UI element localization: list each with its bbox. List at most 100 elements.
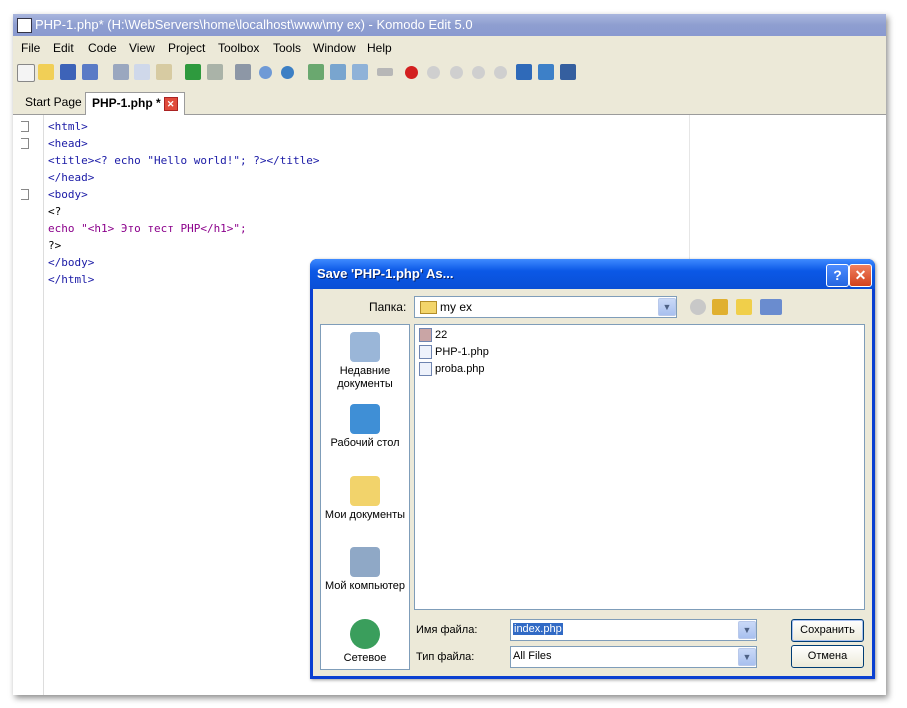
step-icon[interactable] <box>352 64 368 80</box>
save-button[interactable]: Сохранить <box>791 619 864 642</box>
expression-icon[interactable] <box>377 68 393 76</box>
file-name: 22 <box>435 329 448 341</box>
dialog-title: Save 'PHP-1.php' As... <box>317 266 454 281</box>
place-label: Рабочий стол <box>330 437 400 449</box>
filename-label: Имя файла: <box>416 624 478 636</box>
chevron-down-icon[interactable]: ▼ <box>738 621 756 639</box>
sync-icon[interactable] <box>538 64 554 80</box>
fold-gutter <box>13 115 44 695</box>
code-line: <body> <box>48 188 88 201</box>
save-icon[interactable] <box>60 64 76 80</box>
toolbar <box>13 60 886 86</box>
menu-project[interactable]: Project <box>168 41 205 55</box>
tab-php-1[interactable]: PHP-1.php * ✕ <box>85 92 185 115</box>
stop-icon[interactable] <box>450 66 463 79</box>
look-in-label: Папка: <box>369 300 407 314</box>
fold-marker-icon[interactable] <box>21 189 29 200</box>
copy-icon[interactable] <box>134 64 150 80</box>
cut-icon[interactable] <box>113 64 129 80</box>
code-text: <html> <head> <title><? echo "Hello worl… <box>48 118 320 288</box>
my-computer-icon <box>350 547 380 577</box>
dialog-title-bar: Save 'PHP-1.php' As... ? ✕ <box>310 259 875 289</box>
place-label: Сетевое <box>343 652 387 664</box>
up-folder-icon[interactable] <box>712 299 728 315</box>
menu-window[interactable]: Window <box>313 41 356 55</box>
pause-icon[interactable] <box>427 66 440 79</box>
print-icon[interactable] <box>235 64 251 80</box>
look-in-value: my ex <box>440 300 473 314</box>
places-bar: Недавние документы Рабочий стол Мои доку… <box>320 324 410 670</box>
filename-value: index.php <box>513 623 563 635</box>
chevron-down-icon[interactable]: ▼ <box>738 648 756 666</box>
place-label: Мои документы <box>324 509 406 521</box>
menu-view[interactable]: View <box>129 41 155 55</box>
place-recent[interactable]: Недавние документы <box>321 332 409 391</box>
tab-bar: Start Page PHP-1.php * ✕ <box>13 88 886 115</box>
undo-icon[interactable] <box>185 64 201 80</box>
close-tab-icon[interactable]: ✕ <box>163 97 178 111</box>
paste-icon[interactable] <box>156 64 172 80</box>
filetype-label: Тип файла: <box>416 651 475 663</box>
step-in-icon[interactable] <box>472 66 485 79</box>
code-line: <title><? echo "Hello world!"; ?></title… <box>48 154 320 167</box>
tab-php-1-label: PHP-1.php * <box>92 96 161 110</box>
open-folder-icon[interactable] <box>38 64 54 80</box>
step-out-icon[interactable] <box>494 66 507 79</box>
save-as-dialog: Save 'PHP-1.php' As... ? ✕ Папка: my ex … <box>310 259 875 679</box>
list-item[interactable]: proba.php <box>419 361 485 377</box>
browser-icon[interactable] <box>281 66 294 79</box>
network-icon <box>350 619 380 649</box>
place-desktop[interactable]: Рабочий стол <box>321 404 409 450</box>
filetype-select[interactable]: All Files ▼ <box>510 646 757 668</box>
place-label: Недавние документы <box>337 365 393 390</box>
breakpoint-icon[interactable] <box>405 66 418 79</box>
new-folder-icon[interactable] <box>736 299 752 315</box>
redo-icon[interactable] <box>207 64 223 80</box>
chevron-down-icon[interactable]: ▼ <box>658 298 676 316</box>
menu-edit[interactable]: Edit <box>53 41 74 55</box>
file-icon <box>419 328 432 343</box>
app-icon <box>17 18 32 33</box>
menu-code[interactable]: Code <box>88 41 117 55</box>
menu-toolbox[interactable]: Toolbox <box>218 41 259 55</box>
code-line: </body> <box>48 256 95 269</box>
filename-field[interactable]: index.php ▼ <box>510 619 757 641</box>
run-icon[interactable] <box>308 64 324 80</box>
debug-icon[interactable] <box>330 64 346 80</box>
close-button[interactable]: ✕ <box>849 264 872 287</box>
view-menu-icon[interactable] <box>760 299 782 315</box>
list-item[interactable]: PHP-1.php <box>419 344 489 360</box>
edge-line <box>689 115 690 275</box>
tab-start-page[interactable]: Start Page <box>19 92 88 113</box>
fold-marker-icon[interactable] <box>21 121 29 132</box>
toolbox-icon[interactable] <box>516 64 532 80</box>
fold-marker-icon[interactable] <box>21 138 29 149</box>
code-line: </html> <box>48 273 95 286</box>
code-line: ?> <box>48 239 62 252</box>
dialog-body: Папка: my ex ▼ Недавние документы Рабочи… <box>313 289 872 676</box>
my-documents-icon <box>350 476 380 506</box>
filetype-value: All Files <box>513 650 552 662</box>
menu-bar: File Edit Code View Project Toolbox Tool… <box>13 38 886 58</box>
look-in-select[interactable]: my ex ▼ <box>414 296 677 318</box>
recent-documents-icon <box>350 332 380 362</box>
place-my-documents[interactable]: Мои документы <box>321 476 409 522</box>
code-line: echo "<h1> Это тест PHP</h1>"; <box>48 222 247 235</box>
remote-icon[interactable] <box>560 64 576 80</box>
folder-icon <box>420 301 437 314</box>
code-line: <head> <box>48 137 88 150</box>
menu-help[interactable]: Help <box>367 41 392 55</box>
place-my-computer[interactable]: Мой компьютер <box>321 547 409 593</box>
preview-icon[interactable] <box>259 66 272 79</box>
back-icon[interactable] <box>690 299 706 315</box>
menu-tools[interactable]: Tools <box>273 41 301 55</box>
help-button[interactable]: ? <box>826 264 849 287</box>
list-item[interactable]: 22 <box>419 327 447 343</box>
file-list[interactable]: 22 PHP-1.php proba.php <box>414 324 865 610</box>
new-file-icon[interactable] <box>17 64 35 82</box>
menu-file[interactable]: File <box>21 41 40 55</box>
window-title: PHP-1.php* (H:\WebServers\home\localhost… <box>35 17 473 32</box>
place-network[interactable]: Сетевое <box>321 619 409 665</box>
save-all-icon[interactable] <box>82 64 98 80</box>
cancel-button[interactable]: Отмена <box>791 645 864 668</box>
